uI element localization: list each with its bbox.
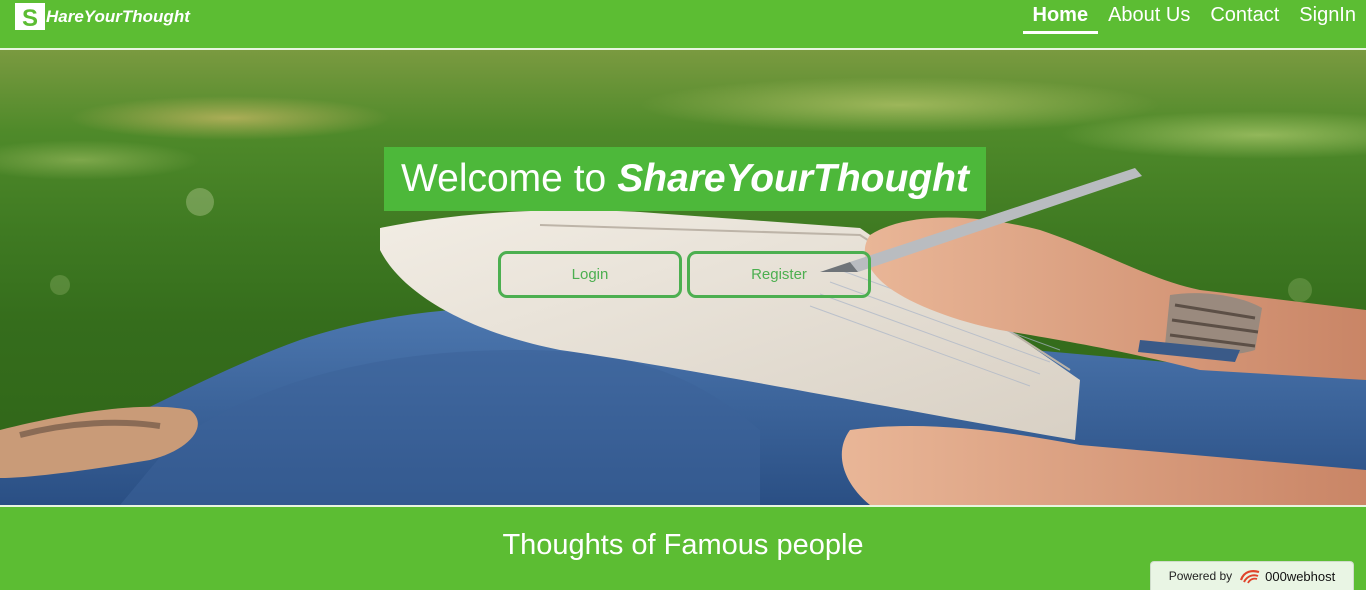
top-navbar: S HareYourThought Home About Us Contact … xyxy=(0,0,1366,50)
brand[interactable]: S HareYourThought xyxy=(15,3,190,30)
hero-background-image xyxy=(0,50,1366,505)
brand-name[interactable]: HareYourThought xyxy=(46,7,190,27)
nav-link-contact[interactable]: Contact xyxy=(1200,0,1289,34)
welcome-prefix: Welcome to xyxy=(401,157,606,201)
powered-by-label: Powered by xyxy=(1169,569,1232,583)
register-button[interactable]: Register xyxy=(687,251,871,298)
brand-logo-letter: S xyxy=(22,5,38,29)
section-title: Thoughts of Famous people xyxy=(0,529,1366,562)
nav-link-signin[interactable]: SignIn xyxy=(1289,0,1366,34)
webhost-name: 000webhost xyxy=(1265,569,1335,584)
powered-by-badge[interactable]: Powered by 000webhost xyxy=(1150,561,1354,590)
login-button[interactable]: Login xyxy=(498,251,682,298)
nav-link-home[interactable]: Home xyxy=(1023,0,1099,34)
brand-logo-icon: S xyxy=(15,3,45,30)
welcome-heading: Welcome to ShareYourThought xyxy=(384,147,986,211)
welcome-brand: ShareYourThought xyxy=(617,157,969,201)
webhost-logo-icon xyxy=(1238,568,1262,584)
hero-banner: Welcome to ShareYourThought Login Regist… xyxy=(0,50,1366,505)
nav-link-about-us[interactable]: About Us xyxy=(1098,0,1200,34)
nav-links: Home About Us Contact SignIn xyxy=(1023,0,1366,34)
famous-thoughts-section: Thoughts of Famous people Powered by 000… xyxy=(0,505,1366,590)
